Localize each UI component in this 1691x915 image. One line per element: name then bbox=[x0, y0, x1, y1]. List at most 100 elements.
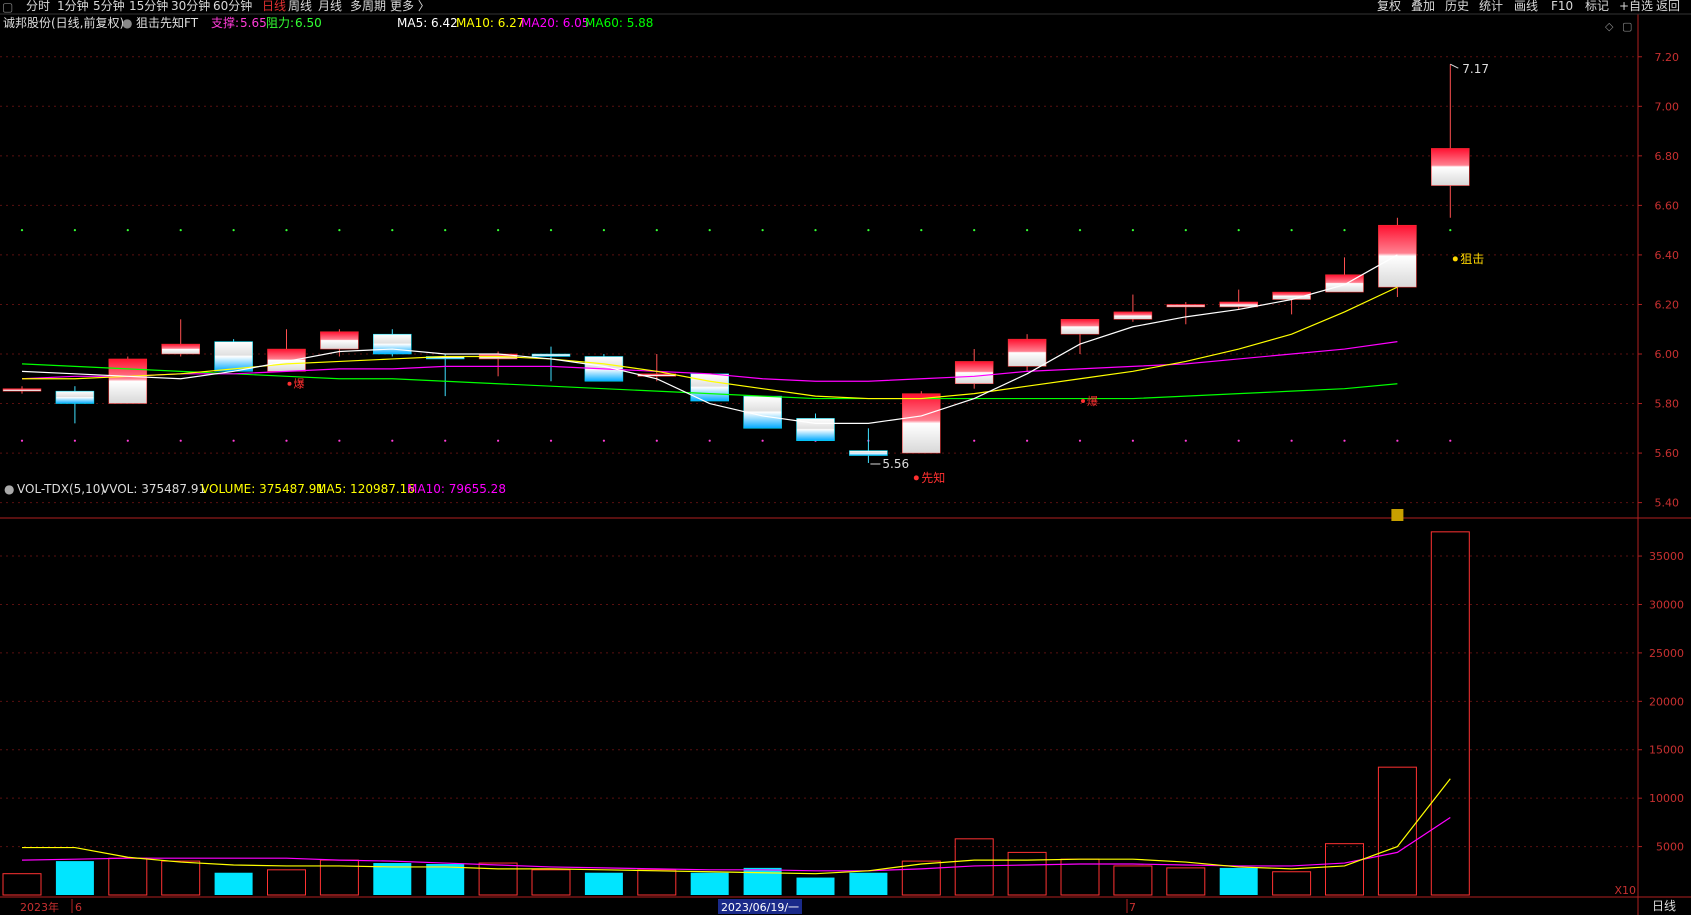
tab-2[interactable]: 5分钟 bbox=[93, 0, 125, 13]
candle-body[interactable] bbox=[1431, 148, 1470, 186]
volume-bar[interactable] bbox=[849, 872, 888, 895]
volume-bar[interactable] bbox=[1377, 766, 1417, 896]
candle-body[interactable] bbox=[1113, 311, 1153, 320]
high-label: 7.17 bbox=[1462, 62, 1489, 76]
tab-8[interactable]: 月线 bbox=[318, 0, 342, 13]
toolbar-right-8[interactable]: 返回 bbox=[1656, 0, 1680, 13]
volume-bar[interactable] bbox=[426, 864, 465, 895]
vol-ma5-line bbox=[22, 778, 1451, 875]
candle-body[interactable] bbox=[320, 331, 359, 350]
candle-body[interactable] bbox=[1378, 224, 1417, 288]
price-tick-label: 6.40 bbox=[1655, 249, 1680, 262]
candle-body[interactable] bbox=[108, 358, 148, 404]
candle-body[interactable] bbox=[267, 348, 306, 372]
volume-bar[interactable] bbox=[108, 857, 148, 896]
toolbar-right-1[interactable]: 叠加 bbox=[1411, 0, 1435, 13]
candle-body[interactable] bbox=[531, 353, 571, 357]
price-tick-label: 6.20 bbox=[1655, 298, 1680, 311]
kline-chart[interactable]: 5.40 5.60 5.80 6.00 6.20 6.40 6.60 6.80 7.00 7.20… bbox=[0, 0, 1691, 915]
volume-bar[interactable] bbox=[1430, 531, 1470, 896]
price-tick-label: 7.00 bbox=[1655, 100, 1680, 113]
volume-bar[interactable] bbox=[531, 869, 571, 896]
volume-bar[interactable] bbox=[690, 872, 729, 895]
tab-10[interactable]: 更多 〉 bbox=[390, 0, 430, 13]
volume-tick-label: 30000 bbox=[1649, 598, 1684, 611]
resistance-dot bbox=[126, 229, 129, 232]
resistance-dot bbox=[232, 229, 235, 232]
support-dot bbox=[761, 439, 764, 442]
volume-bar[interactable] bbox=[2, 873, 42, 896]
candle-body[interactable] bbox=[214, 341, 253, 372]
window-restore-icon[interactable]: ▢ bbox=[1622, 20, 1632, 33]
volume-bar[interactable] bbox=[1113, 865, 1153, 896]
volume-bar[interactable] bbox=[214, 872, 253, 895]
burst-dot bbox=[1081, 399, 1085, 404]
resistance-dot bbox=[1290, 229, 1293, 232]
signal-badge bbox=[1391, 509, 1404, 521]
candle-body[interactable] bbox=[2, 388, 42, 392]
vol-ma10-line bbox=[21, 817, 1451, 872]
prophet-dot bbox=[913, 475, 919, 481]
resistance-dot bbox=[73, 229, 76, 232]
tab-4[interactable]: 30分钟 bbox=[171, 0, 210, 13]
support-dot bbox=[1184, 439, 1187, 442]
volume-bar[interactable] bbox=[637, 869, 677, 896]
candle-body[interactable] bbox=[1219, 301, 1258, 308]
volume-bar[interactable] bbox=[1166, 867, 1206, 896]
tab-3[interactable]: 15分钟 bbox=[129, 0, 168, 13]
support-dot bbox=[655, 439, 658, 442]
support-dot bbox=[1290, 439, 1293, 442]
volume-bar[interactable] bbox=[1007, 851, 1047, 896]
toolbar-right-4[interactable]: 画线 bbox=[1514, 0, 1538, 13]
tab-5[interactable]: 60分钟 bbox=[213, 0, 252, 13]
resistance-dot bbox=[1343, 229, 1346, 232]
burst-dot bbox=[287, 381, 292, 386]
tab-7[interactable]: 周线 bbox=[288, 0, 312, 13]
candle-body[interactable] bbox=[849, 450, 888, 456]
toolbar-right-7[interactable]: +自选 bbox=[1619, 0, 1653, 13]
volume-bar[interactable] bbox=[1325, 843, 1364, 896]
candle-body[interactable] bbox=[55, 390, 95, 404]
toolbar-right-3[interactable]: 统计 bbox=[1479, 0, 1503, 13]
resistance-dot bbox=[20, 229, 24, 232]
support-dot bbox=[1026, 439, 1029, 442]
candle-body[interactable] bbox=[161, 343, 200, 355]
toolbar-right-0[interactable]: 复权 bbox=[1377, 0, 1401, 13]
resistance-dot bbox=[1131, 229, 1134, 232]
support-dot bbox=[708, 439, 711, 442]
candle-body[interactable] bbox=[1166, 304, 1206, 308]
candle-body[interactable] bbox=[373, 333, 412, 355]
candle-body[interactable] bbox=[902, 393, 941, 454]
volume-tick-label: 15000 bbox=[1649, 744, 1684, 757]
tab-9[interactable]: 多周期 bbox=[350, 0, 386, 13]
volume-tick-label: 5000 bbox=[1656, 841, 1684, 854]
volume-bar[interactable] bbox=[373, 863, 412, 895]
candle-body[interactable] bbox=[1060, 319, 1100, 335]
resistance-dot bbox=[814, 229, 817, 232]
window-control-icon[interactable]: ◇ bbox=[1605, 20, 1614, 33]
resistance-dot bbox=[973, 229, 976, 232]
volume-bar[interactable] bbox=[796, 877, 835, 895]
support-dot bbox=[126, 439, 129, 442]
xaxis-year: 2023年 bbox=[20, 900, 59, 914]
volume-bar[interactable] bbox=[584, 872, 623, 895]
volume-bar[interactable] bbox=[267, 869, 306, 896]
tab-6[interactable]: 日线 bbox=[262, 0, 286, 13]
toolbar-right-5[interactable]: F10 bbox=[1551, 0, 1573, 13]
toolbar-right-6[interactable]: 标记 bbox=[1585, 0, 1609, 13]
volume-bar[interactable] bbox=[1272, 871, 1312, 896]
tab-0[interactable]: 分时 bbox=[26, 0, 50, 13]
tab-1[interactable]: 1分钟 bbox=[57, 0, 89, 13]
support-dot bbox=[20, 439, 24, 442]
volume-bar[interactable] bbox=[55, 861, 94, 895]
toolbar-right-2[interactable]: 历史 bbox=[1445, 0, 1469, 13]
volume-bar[interactable] bbox=[161, 860, 201, 896]
resistance-dot bbox=[391, 229, 394, 232]
candle-body[interactable] bbox=[954, 361, 994, 384]
volume-bar[interactable] bbox=[1219, 867, 1258, 895]
support-dot bbox=[444, 439, 447, 442]
support-dot bbox=[1343, 439, 1346, 442]
candle-body[interactable] bbox=[1007, 338, 1047, 367]
support-dot bbox=[391, 439, 394, 442]
resistance-dot bbox=[285, 229, 288, 232]
